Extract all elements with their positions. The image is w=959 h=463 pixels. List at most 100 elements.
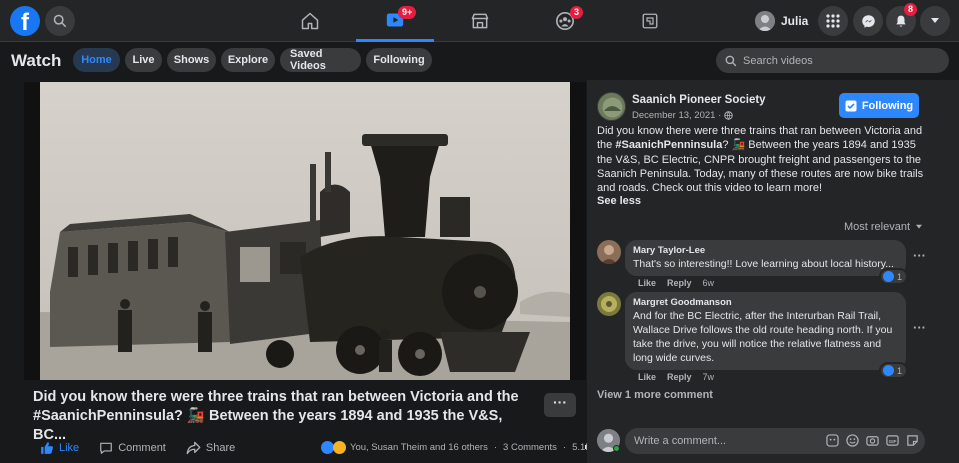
profile-chip[interactable]: Julia [755, 8, 808, 34]
sort-label: Most relevant [844, 221, 911, 233]
facebook-logo[interactable]: f [10, 6, 40, 36]
video-player[interactable] [24, 82, 600, 453]
composer-tools: GIF [826, 434, 919, 447]
video-action-bar: Like Comment Share [40, 440, 249, 456]
comment-like-count[interactable]: 1 [881, 364, 907, 377]
video-more-options-button[interactable]: ··· [544, 393, 576, 417]
comment-composer[interactable]: GIF [625, 428, 925, 454]
like-button[interactable]: Like [40, 441, 79, 455]
comment-text: And for the BC Electric, after the Inter… [633, 310, 893, 364]
globe-icon [724, 111, 733, 120]
comment-author[interactable]: Mary Taylor-Lee [633, 245, 898, 256]
post-description: Did you know there were three trains tha… [597, 124, 927, 195]
page-avatar[interactable] [597, 92, 626, 121]
comment-likes-number: 1 [897, 271, 903, 282]
post-date-text: December 13, 2021 · [632, 110, 722, 121]
comment-options-button[interactable]: ··· [913, 320, 926, 335]
top-navigation-bar: f 9+ 3 Julia 8 [0, 0, 959, 42]
search-videos-input[interactable] [743, 54, 933, 67]
comment-like-button[interactable]: Like [638, 278, 656, 288]
post-sidebar: Saanich Pioneer Society December 13, 202… [587, 80, 959, 463]
gif-icon[interactable]: GIF [886, 434, 899, 447]
messenger-button[interactable] [853, 6, 883, 36]
tab-explore[interactable]: Explore [221, 48, 275, 72]
haha-reaction-icon [333, 441, 346, 454]
avatar-sticker-icon[interactable] [826, 434, 839, 447]
nav-tab-home[interactable] [271, 0, 349, 42]
camera-icon[interactable] [866, 434, 879, 447]
page-name[interactable]: Saanich Pioneer Society [632, 94, 766, 106]
marketplace-icon [471, 13, 489, 29]
tab-home[interactable]: Home [73, 48, 120, 72]
separator-dot: · [562, 442, 567, 453]
separator-dot: · [493, 442, 498, 453]
svg-text:GIF: GIF [889, 439, 897, 444]
sticker-icon[interactable] [906, 434, 919, 447]
share-label: Share [205, 442, 236, 454]
watch-badge: 9+ [398, 6, 417, 19]
groups-badge: 3 [570, 6, 584, 19]
notifications-button[interactable]: 8 [886, 3, 918, 36]
grid-menu-icon [826, 14, 840, 28]
nav-tab-marketplace[interactable] [441, 0, 519, 42]
search-button[interactable] [45, 6, 75, 36]
video-title: Did you know there were three trains tha… [33, 388, 533, 445]
comment-item: Mary Taylor-Lee That's so interesting!! … [597, 240, 937, 288]
commenter-avatar[interactable] [597, 292, 621, 316]
hashtag-link[interactable]: #SaanichPenninsula [615, 139, 722, 151]
tab-shows[interactable]: Shows [167, 48, 216, 72]
view-more-comments-link[interactable]: View 1 more comment [597, 389, 713, 401]
notifications-badge: 8 [904, 3, 918, 16]
tab-following[interactable]: Following [366, 48, 432, 72]
user-avatar [755, 11, 775, 31]
commenter-avatar[interactable] [597, 240, 621, 264]
caret-down-icon [931, 18, 939, 23]
reactions-summary[interactable]: You, Susan Theim and 16 others · 3 Comme… [321, 441, 619, 454]
tab-saved-videos[interactable]: Saved Videos [280, 48, 361, 72]
like-reaction-icon [883, 365, 894, 376]
search-icon [53, 14, 67, 28]
search-videos-box[interactable] [716, 48, 949, 73]
video-title-line-1: Did you know there were three trains tha… [33, 389, 519, 405]
train-locomotive-image [40, 82, 570, 380]
share-icon [186, 441, 201, 455]
comment-input[interactable] [634, 435, 814, 447]
following-check-icon [845, 100, 857, 111]
thumbs-up-icon [41, 442, 53, 454]
tab-live[interactable]: Live [125, 48, 162, 72]
comment-like-count[interactable]: 1 [881, 270, 907, 283]
nav-tab-watch[interactable]: 9+ [356, 0, 434, 42]
comment-bubble: Margret Goodmanson And for the BC Electr… [625, 292, 906, 370]
home-icon [301, 12, 319, 30]
comment-actions: Like Reply 6w [638, 278, 714, 288]
comment-actions: Like Reply 7w [638, 372, 714, 382]
comment-reply-button[interactable]: Reply [667, 372, 692, 382]
comment-text: That's so interesting!! Love learning ab… [633, 258, 894, 270]
post-date[interactable]: December 13, 2021 · [632, 110, 733, 121]
comment-options-button[interactable]: ··· [913, 248, 926, 263]
reactions-text: You, Susan Theim and 16 others [350, 442, 488, 453]
emoji-icon[interactable] [846, 434, 859, 447]
comment-reply-button[interactable]: Reply [667, 278, 692, 288]
comment-likes-number: 1 [897, 365, 903, 376]
see-less-button[interactable]: See less [597, 195, 641, 207]
nav-tab-gaming[interactable] [611, 0, 689, 42]
comment-like-button[interactable]: Like [638, 372, 656, 382]
comment-button[interactable]: Comment [99, 441, 166, 455]
search-icon [725, 55, 737, 66]
comment-author[interactable]: Margret Goodmanson [633, 297, 898, 308]
account-button[interactable] [920, 6, 950, 36]
following-button[interactable]: Following [839, 93, 919, 118]
bell-icon [896, 15, 906, 27]
comment-time[interactable]: 6w [703, 278, 715, 288]
comment-icon [100, 442, 113, 454]
caret-down-icon [916, 224, 923, 229]
nav-tab-groups[interactable]: 3 [526, 0, 604, 42]
comments-count[interactable]: 3 Comments [503, 442, 557, 453]
share-button[interactable]: Share [186, 441, 235, 455]
video-frame-train[interactable] [40, 82, 570, 380]
comment-sort-dropdown[interactable]: Most relevant [844, 221, 923, 233]
comment-time[interactable]: 7w [703, 372, 715, 382]
comment-bubble: Mary Taylor-Lee That's so interesting!! … [625, 240, 906, 276]
menu-button[interactable] [818, 6, 848, 36]
